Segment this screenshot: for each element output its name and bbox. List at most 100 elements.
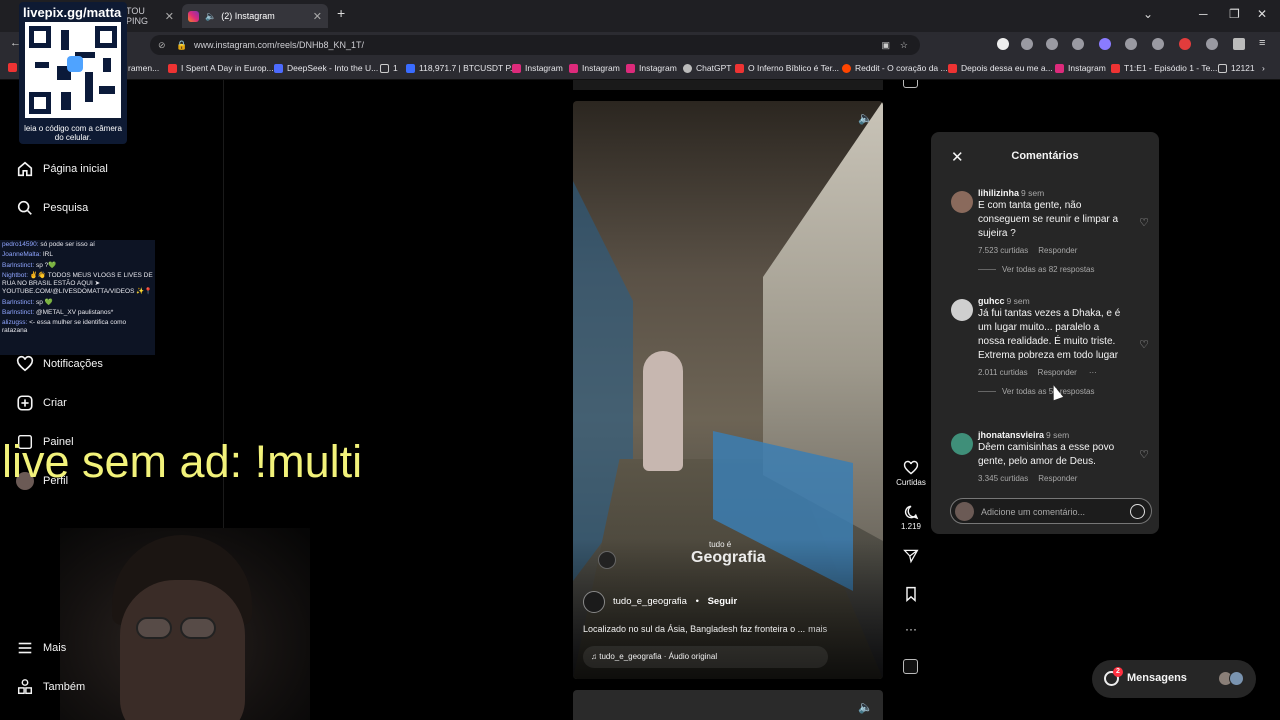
comments-title: Comentários [1011,150,1079,162]
create-icon [17,395,33,411]
extension-icon[interactable] [1072,38,1084,50]
bookmark-item[interactable]: Depois dessa eu me a... [948,63,1053,73]
avatar[interactable] [951,433,973,455]
bookmark-item[interactable]: Instagram [1055,63,1106,73]
chat-message: pedro14590: só pode ser isso aí [2,241,95,248]
comment-username[interactable]: guhcc [978,296,1005,306]
bookmark-item[interactable]: I Spent A Day in Europ... [168,63,274,73]
unread-badge: 2 [1113,667,1123,677]
tab-instagram[interactable]: 🔈 (2) Instagram ✕ [182,4,328,28]
close-tab-icon[interactable]: ✕ [165,10,174,23]
author-username[interactable]: tudo_e_geografia [613,596,687,607]
reel-audio[interactable]: ♫ tudo_e_geografia · Áudio original [583,646,828,668]
heart-icon[interactable]: ♡ [1139,338,1149,351]
sidebar-item-more[interactable]: Mais [16,639,66,657]
extension-icon[interactable] [1233,38,1245,50]
previous-reel-avatar[interactable] [903,80,918,88]
emoji-icon[interactable] [1130,504,1145,519]
bookmark-item[interactable]: 12121 [1218,63,1255,73]
comment-button[interactable]: 1.219 [896,504,926,531]
comment-username[interactable]: jhonatansvieira [978,430,1044,440]
comment-input-box[interactable] [950,498,1152,524]
screen: TOU PING ✕ 🔈 (2) Instagram ✕ + ⌄ ─ ❐ ✕ ←… [0,0,1280,720]
bookmark-item[interactable]: 1 [380,63,398,73]
heart-icon[interactable]: ♡ [1139,448,1149,461]
lock-icon[interactable]: 🔒 [176,35,187,55]
sidebar-item-home[interactable]: Página inicial [16,160,108,178]
tracking-icon[interactable]: ⊘ [158,35,166,55]
url-text: www.instagram.com/reels/DNHb8_KN_1T/ [194,40,365,50]
comment-username[interactable]: lihilizinha [978,188,1019,198]
messages-button[interactable]: 2 Mensagens [1092,660,1256,698]
new-tab-button[interactable]: + [337,5,345,21]
sidebar-item-notifications[interactable]: Notificações [16,355,103,373]
restore-icon[interactable]: ❐ [1229,7,1240,21]
bookmark-item[interactable]: T1:E1 - Episódio 1 - Te... [1111,63,1217,73]
browser-tab-bar: TOU PING ✕ 🔈 (2) Instagram ✕ + ⌄ ─ ❐ ✕ [0,0,1280,32]
comment-likes[interactable]: 3.345 curtidas [978,474,1028,483]
author-avatar[interactable] [583,591,605,613]
extension-icon[interactable] [1099,38,1111,50]
more-link[interactable]: mais [808,624,827,634]
share-button[interactable] [896,548,926,566]
extension-icon[interactable] [1152,38,1164,50]
bookmark-item[interactable]: Instagram [512,63,563,73]
volume-icon[interactable]: 🔈 [858,700,873,714]
bookmark-item[interactable]: DeepSeek - Into the U... [274,63,378,73]
close-tab-icon[interactable]: ✕ [313,10,322,23]
reel-video[interactable]: 🔈 tudo é Geografia tudo_e_geografia • Se… [573,101,883,679]
chat-message: Nightbot: ✌️👋 TODOS MEUS VLOGS E LIVES D… [2,272,153,296]
tab-list-icon[interactable]: ⌄ [1143,7,1153,21]
speaker-icon: 🔈 [205,10,217,21]
comment-likes[interactable]: 7.523 curtidas [978,246,1028,255]
sidebar-item-also[interactable]: Também [16,678,85,696]
comment-more-icon[interactable]: ··· [1089,368,1097,377]
avatar[interactable] [951,299,973,321]
sidebar-item-search[interactable]: Pesquisa [16,199,88,217]
bookmark-item[interactable]: ramen... [128,63,159,73]
audio-thumbnail[interactable] [903,659,918,674]
next-reel[interactable]: 🔈 [573,690,883,720]
comment-text: Dêem camisinhas a esse povo gente, pelo … [978,442,1115,467]
chevron-right-icon[interactable]: › [1262,63,1265,73]
extension-icon[interactable] [1206,38,1218,50]
close-window-icon[interactable]: ✕ [1257,7,1267,21]
save-button[interactable] [896,586,926,604]
comment-input[interactable] [981,503,1121,520]
sidebar-item-label: Pesquisa [43,202,89,214]
bookmark-star-icon[interactable]: ☆ [900,35,908,55]
more-options-icon[interactable]: ··· [896,622,926,636]
reply-button[interactable]: Responder [1038,368,1077,377]
bookmark-item[interactable]: Reddit - O coração da ... [842,63,948,73]
comment-likes[interactable]: 2.011 curtidas [978,368,1028,377]
view-replies-button[interactable]: Ver todas as 82 respostas [978,265,1123,274]
extension-icon[interactable] [1179,38,1191,50]
follow-button[interactable]: Seguir [708,596,738,607]
shield-icon[interactable] [1046,38,1058,50]
avatar[interactable] [951,191,973,213]
url-field[interactable]: ⊘ 🔒 www.instagram.com/reels/DNHb8_KN_1T/… [150,35,920,55]
volume-icon[interactable]: 🔈 [858,111,873,125]
reader-icon[interactable]: ▣ [881,35,890,55]
reply-button[interactable]: Responder [1038,246,1077,255]
heart-icon[interactable]: ♡ [1139,216,1149,229]
bookmark-item[interactable]: Instagram [626,63,677,73]
bookmark-icon [906,586,916,603]
bookmark-item[interactable]: ChatGPT [683,63,731,73]
glasses-lens [136,617,172,639]
bookmark-item[interactable]: O Inferno Bíblico é Ter... [735,63,839,73]
extension-icon[interactable] [1125,38,1137,50]
previous-reel[interactable] [573,80,883,90]
minimize-icon[interactable]: ─ [1199,7,1208,21]
bookmark-item[interactable]: Instagram [569,63,620,73]
extension-icon[interactable] [997,38,1009,50]
webcam-face [120,580,245,720]
bookmark-item[interactable]: 118,971.7 | BTCUSDT P... [406,63,517,73]
like-button[interactable]: Curtidas [896,460,926,487]
tab-previous[interactable]: TOU PING ✕ [120,4,180,28]
reply-button[interactable]: Responder [1038,474,1077,483]
sidebar-item-label: Mais [43,642,67,654]
menu-icon[interactable]: ≡ [1259,37,1265,49]
sidebar-item-create[interactable]: Criar [16,394,67,412]
extension-icon[interactable] [1021,38,1033,50]
